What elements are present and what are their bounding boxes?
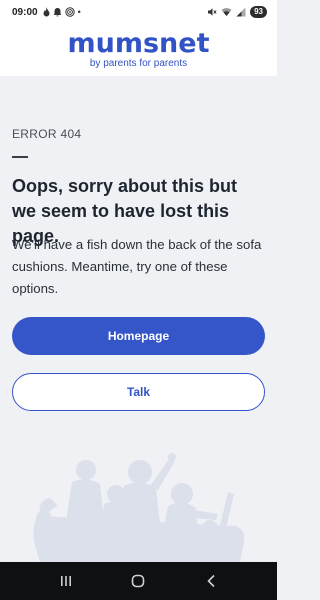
family-sofa-illustration bbox=[33, 453, 245, 562]
divider-dash bbox=[12, 156, 28, 158]
home-button[interactable] bbox=[128, 571, 148, 591]
status-right: 93 bbox=[207, 6, 267, 18]
battery-indicator: 93 bbox=[250, 6, 267, 18]
homepage-button[interactable]: Homepage bbox=[12, 317, 265, 355]
site-header: mumsnet by parents for parents bbox=[0, 24, 277, 76]
mute-icon bbox=[208, 8, 217, 16]
wifi-call-icon bbox=[64, 7, 75, 17]
status-bar: 09:00 • 93 bbox=[0, 0, 277, 24]
recents-button[interactable] bbox=[56, 571, 76, 591]
home-icon bbox=[132, 574, 145, 588]
error-code: ERROR 404 bbox=[12, 127, 82, 141]
android-nav-bar bbox=[0, 562, 277, 600]
status-left: 09:00 • bbox=[12, 7, 81, 18]
alarm-icon bbox=[53, 8, 62, 17]
error-body: We'll have a fish down the back of the s… bbox=[12, 237, 262, 296]
talk-button[interactable]: Talk bbox=[12, 373, 265, 411]
signal-icon bbox=[236, 7, 246, 17]
back-icon bbox=[207, 574, 215, 588]
recents-icon bbox=[61, 576, 72, 586]
fire-icon bbox=[43, 7, 50, 17]
site-logo[interactable]: mumsnet bbox=[67, 30, 209, 57]
site-tagline: by parents for parents bbox=[89, 58, 188, 69]
wifi-icon bbox=[221, 8, 232, 16]
back-button[interactable] bbox=[201, 571, 221, 591]
status-notification-icons: • bbox=[43, 7, 81, 17]
status-time: 09:00 bbox=[12, 6, 38, 18]
status-dot: • bbox=[77, 7, 81, 17]
